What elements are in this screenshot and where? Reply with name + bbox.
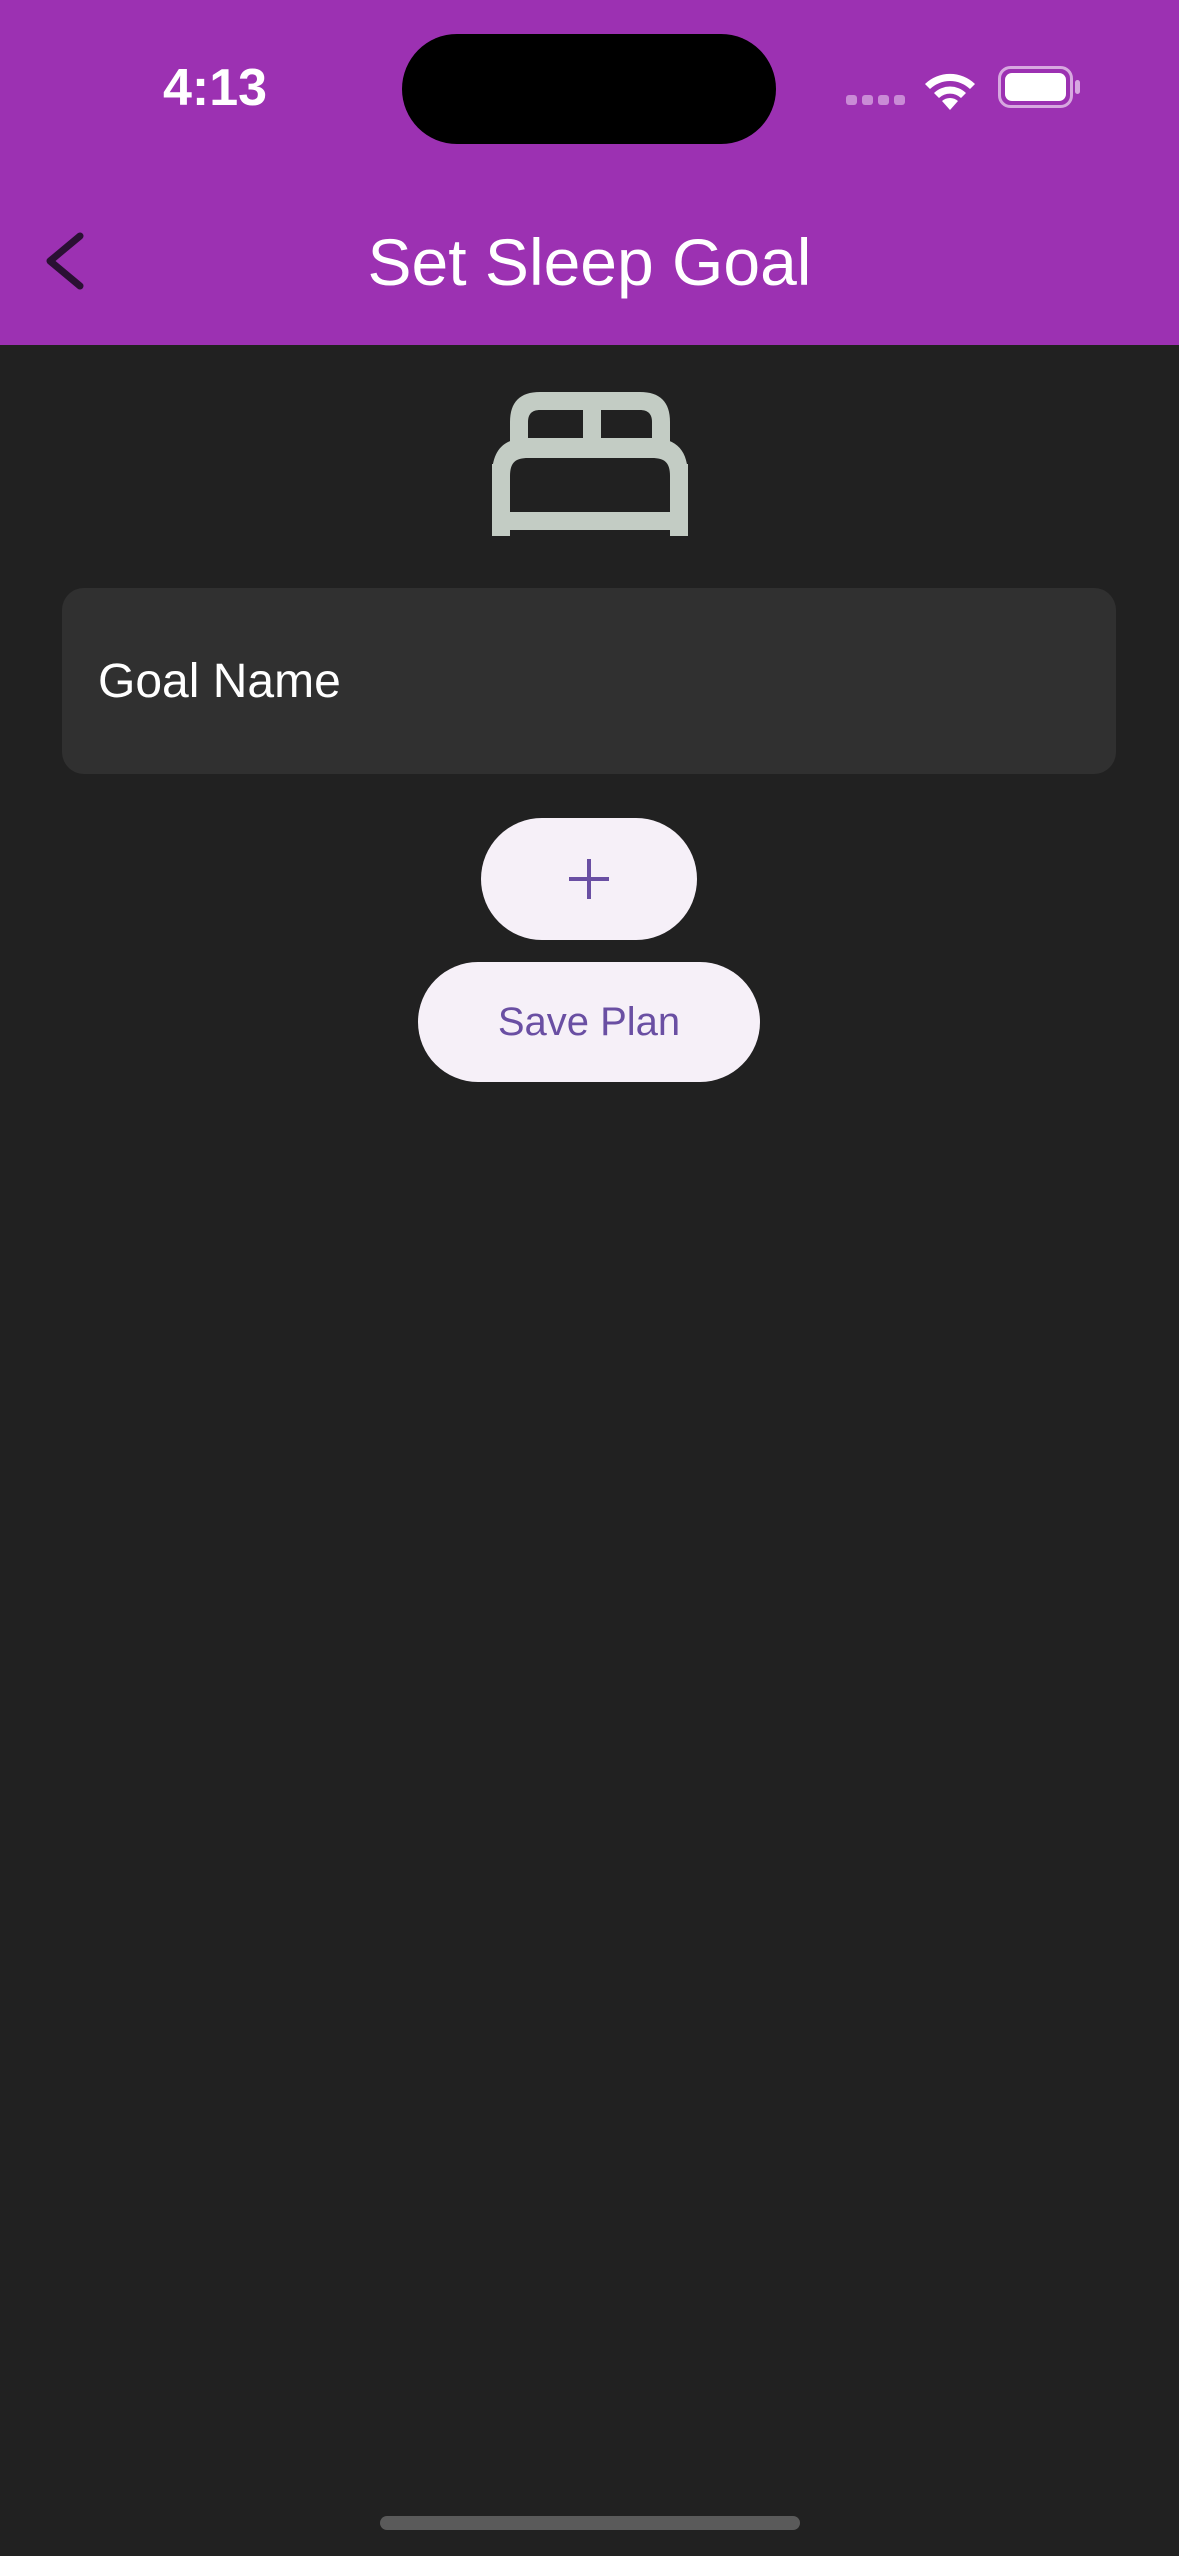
page-title: Set Sleep Goal <box>367 225 812 299</box>
app-bar: 4:13 Set Sleep Goal <box>0 0 1179 345</box>
dynamic-island <box>402 34 776 144</box>
goal-name-input[interactable] <box>98 588 1078 774</box>
chevron-left-icon <box>46 232 84 290</box>
signal-dots-icon <box>846 95 905 105</box>
save-plan-button[interactable]: Save Plan <box>418 962 760 1082</box>
status-time: 4:13 <box>162 59 268 117</box>
plus-icon <box>569 859 609 899</box>
home-indicator[interactable] <box>380 2516 800 2530</box>
add-button[interactable] <box>481 818 697 940</box>
back-button[interactable] <box>30 214 110 304</box>
battery-icon <box>998 66 1080 108</box>
goal-name-field <box>62 588 1116 774</box>
bed-icon <box>492 392 688 536</box>
wifi-icon <box>925 73 975 110</box>
